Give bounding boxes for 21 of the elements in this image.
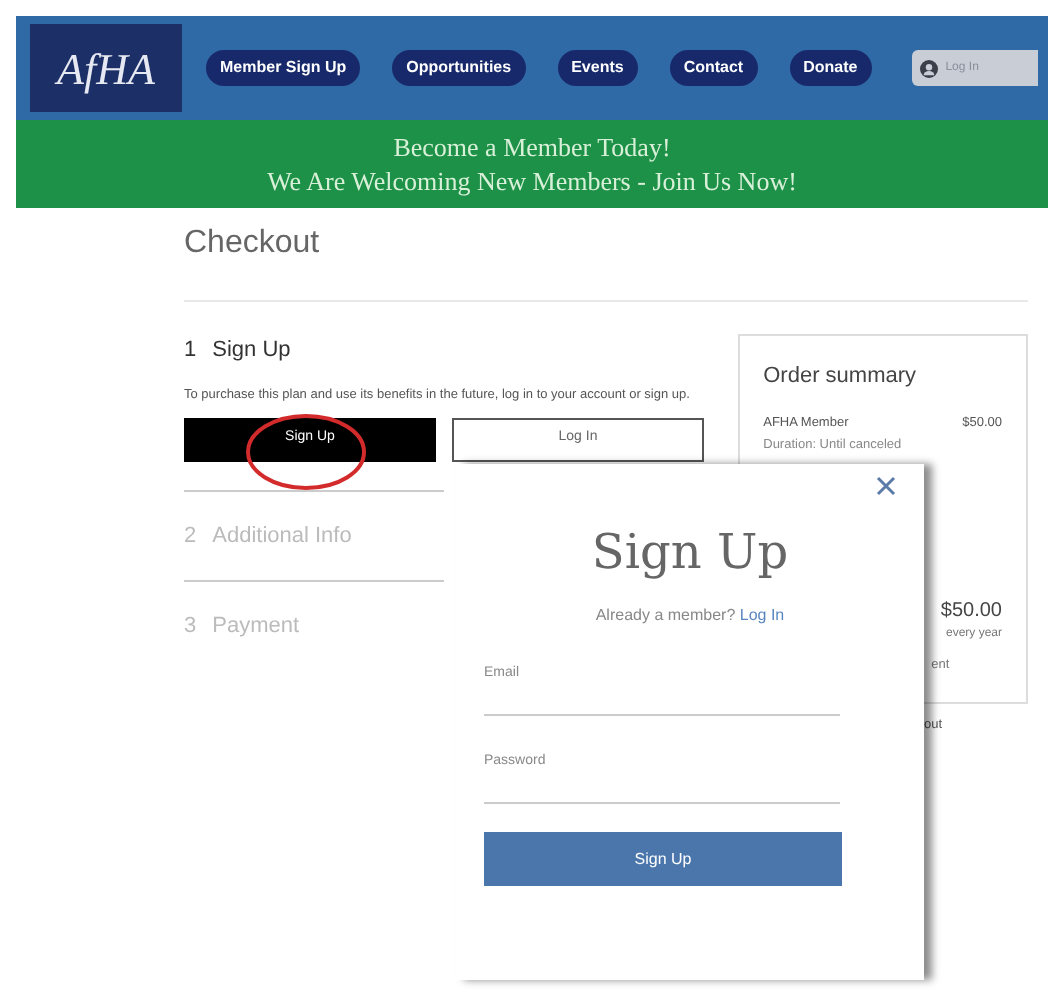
- highlight-circle: [244, 412, 368, 492]
- checkout-title: Checkout: [184, 224, 322, 264]
- logo[interactable]: AfHA: [30, 24, 182, 112]
- summary-title: Order summary: [763, 362, 919, 392]
- login-link[interactable]: Log In: [739, 606, 785, 624]
- nav-button[interactable]: Donate: [789, 50, 872, 86]
- banner-text: Become a Member Today!: [393, 130, 671, 164]
- user-icon: [919, 59, 938, 77]
- close-icon[interactable]: [876, 476, 896, 496]
- nav-button[interactable]: Opportunities: [392, 50, 526, 86]
- step-title: 1 Sign Up: [184, 336, 293, 366]
- nav-button[interactable]: Member Sign Up: [206, 50, 361, 86]
- dialog-title: Sign Up: [589, 522, 791, 584]
- nav-button[interactable]: Contact: [669, 50, 758, 86]
- step-title: 3 Payment: [184, 612, 302, 642]
- nav-button[interactable]: Events: [557, 50, 638, 86]
- banner-text: We Are Welcoming New Members - Join Us Now!: [267, 164, 797, 198]
- submit-button[interactable]: Sign Up: [484, 832, 842, 886]
- total-price: $50.00: [940, 598, 1002, 626]
- member-prompt: Already a member?: [595, 606, 736, 624]
- step-title: 2 Additional Info: [184, 521, 354, 551]
